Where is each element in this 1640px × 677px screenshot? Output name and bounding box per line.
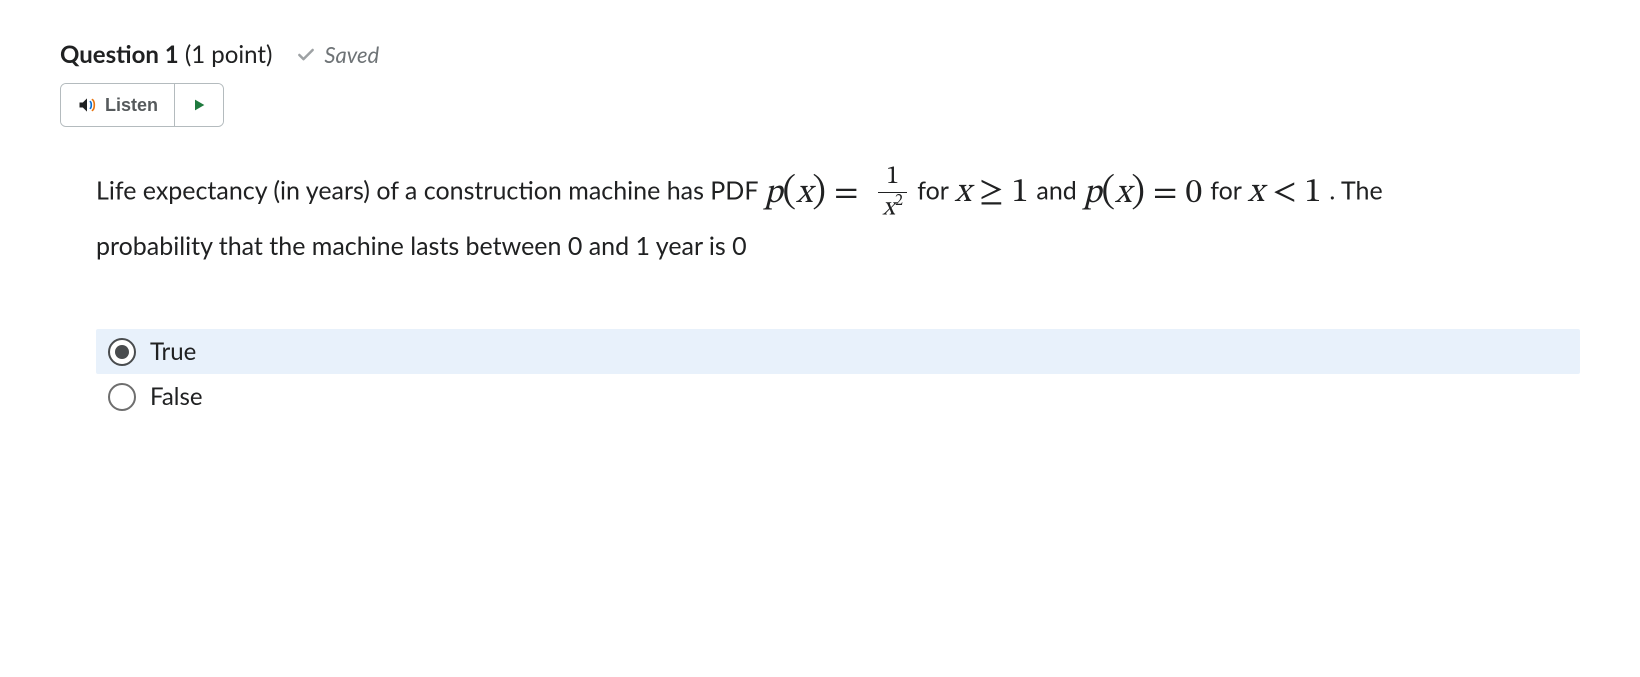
option-false[interactable]: False (96, 374, 1580, 419)
play-icon (191, 97, 207, 113)
option-true[interactable]: True (96, 329, 1580, 374)
math-cond-1: x≥1 (955, 176, 1037, 210)
check-icon (296, 45, 316, 65)
question-label: Question (60, 40, 159, 69)
saved-text: Saved (324, 41, 379, 68)
question-title: Question 1 (1 point) (60, 40, 272, 69)
play-button[interactable] (174, 84, 223, 126)
question-text: Life expectancy (in years) of a construc… (60, 163, 1420, 269)
question-text-for-1: for (917, 175, 955, 205)
listen-button[interactable]: Listen (61, 84, 174, 126)
math-pdf: p(x)= (764, 177, 874, 211)
listen-label: Listen (105, 95, 158, 116)
option-label: True (150, 337, 196, 366)
math-pdf-zero: p(x)=0 (1083, 177, 1210, 211)
question-text-period: . (1329, 175, 1341, 205)
radio-icon (108, 383, 136, 411)
question-text-part-1: Life expectancy (in years) of a construc… (96, 175, 764, 205)
question-text-for-2: for (1210, 175, 1248, 205)
saved-indicator: Saved (296, 41, 379, 68)
question-number: 1 (165, 40, 179, 69)
radio-icon (108, 338, 136, 366)
answer-options: True False (60, 329, 1580, 419)
listen-button-group: Listen (60, 83, 224, 127)
question-points: (1 point) (185, 40, 273, 69)
math-fraction: 1 x2 (878, 163, 906, 223)
math-cond-2: x<1 (1248, 176, 1330, 210)
option-label: False (150, 382, 203, 411)
speaker-icon (77, 95, 97, 115)
question-header: Question 1 (1 point) Saved (60, 40, 1580, 69)
question-text-and: and (1036, 175, 1083, 205)
